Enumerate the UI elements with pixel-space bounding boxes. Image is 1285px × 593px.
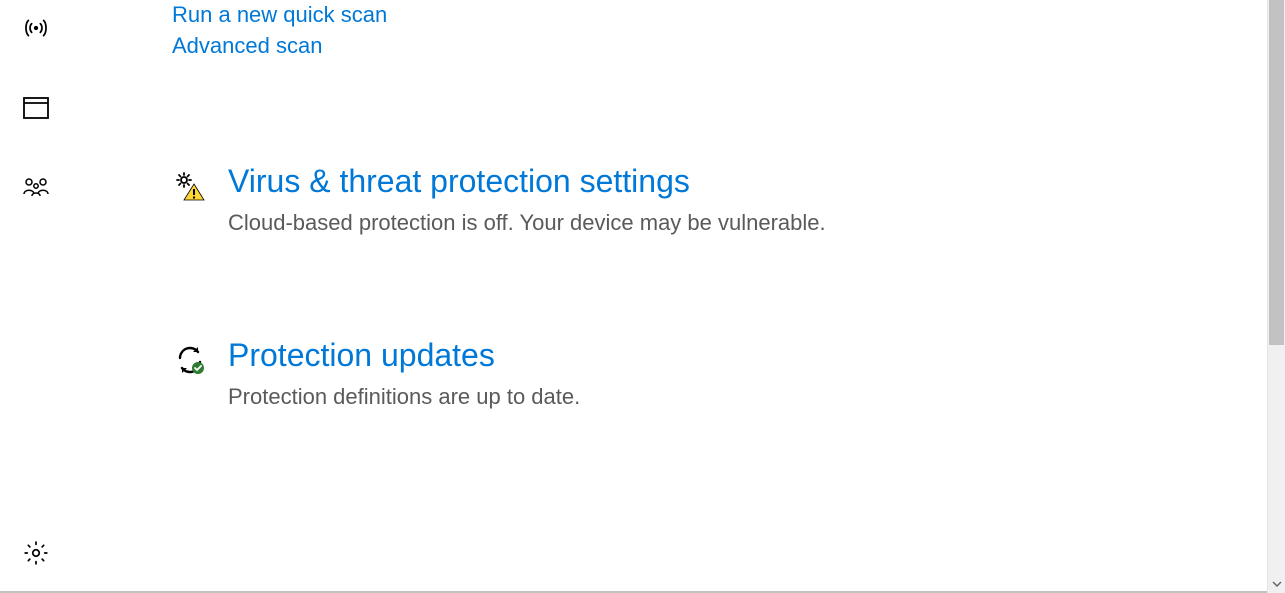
sidebar-item-app-browser[interactable] [12, 84, 60, 132]
main-content: Run a new quick scan Advanced scan Virus… [72, 0, 1285, 593]
updates-ok-icon [172, 344, 208, 376]
gear-icon [23, 540, 49, 566]
vertical-scrollbar[interactable] [1267, 0, 1285, 593]
updates-section: Protection updates Protection definition… [172, 336, 1285, 410]
family-icon [21, 176, 51, 200]
window-icon [23, 97, 49, 119]
advanced-scan-link[interactable]: Advanced scan [172, 31, 1285, 62]
settings-description: Cloud-based protection is off. Your devi… [228, 210, 1285, 236]
settings-section: Virus & threat protection settings Cloud… [172, 162, 1285, 236]
chevron-down-icon [1272, 581, 1282, 587]
updates-description: Protection definitions are up to date. [228, 384, 1285, 410]
updates-title-link[interactable]: Protection updates [228, 336, 1285, 374]
scrollbar-thumb[interactable] [1269, 0, 1284, 345]
scrollbar-track[interactable] [1268, 0, 1285, 575]
sidebar [0, 0, 72, 593]
sidebar-item-antenna[interactable] [12, 4, 60, 52]
scrollbar-down-button[interactable] [1268, 575, 1285, 593]
sidebar-item-family[interactable] [12, 164, 60, 212]
sidebar-item-settings[interactable] [12, 529, 60, 577]
quick-scan-link[interactable]: Run a new quick scan [172, 0, 1285, 31]
settings-warning-icon [172, 170, 208, 206]
antenna-icon [23, 15, 49, 41]
settings-title-link[interactable]: Virus & threat protection settings [228, 162, 1285, 200]
